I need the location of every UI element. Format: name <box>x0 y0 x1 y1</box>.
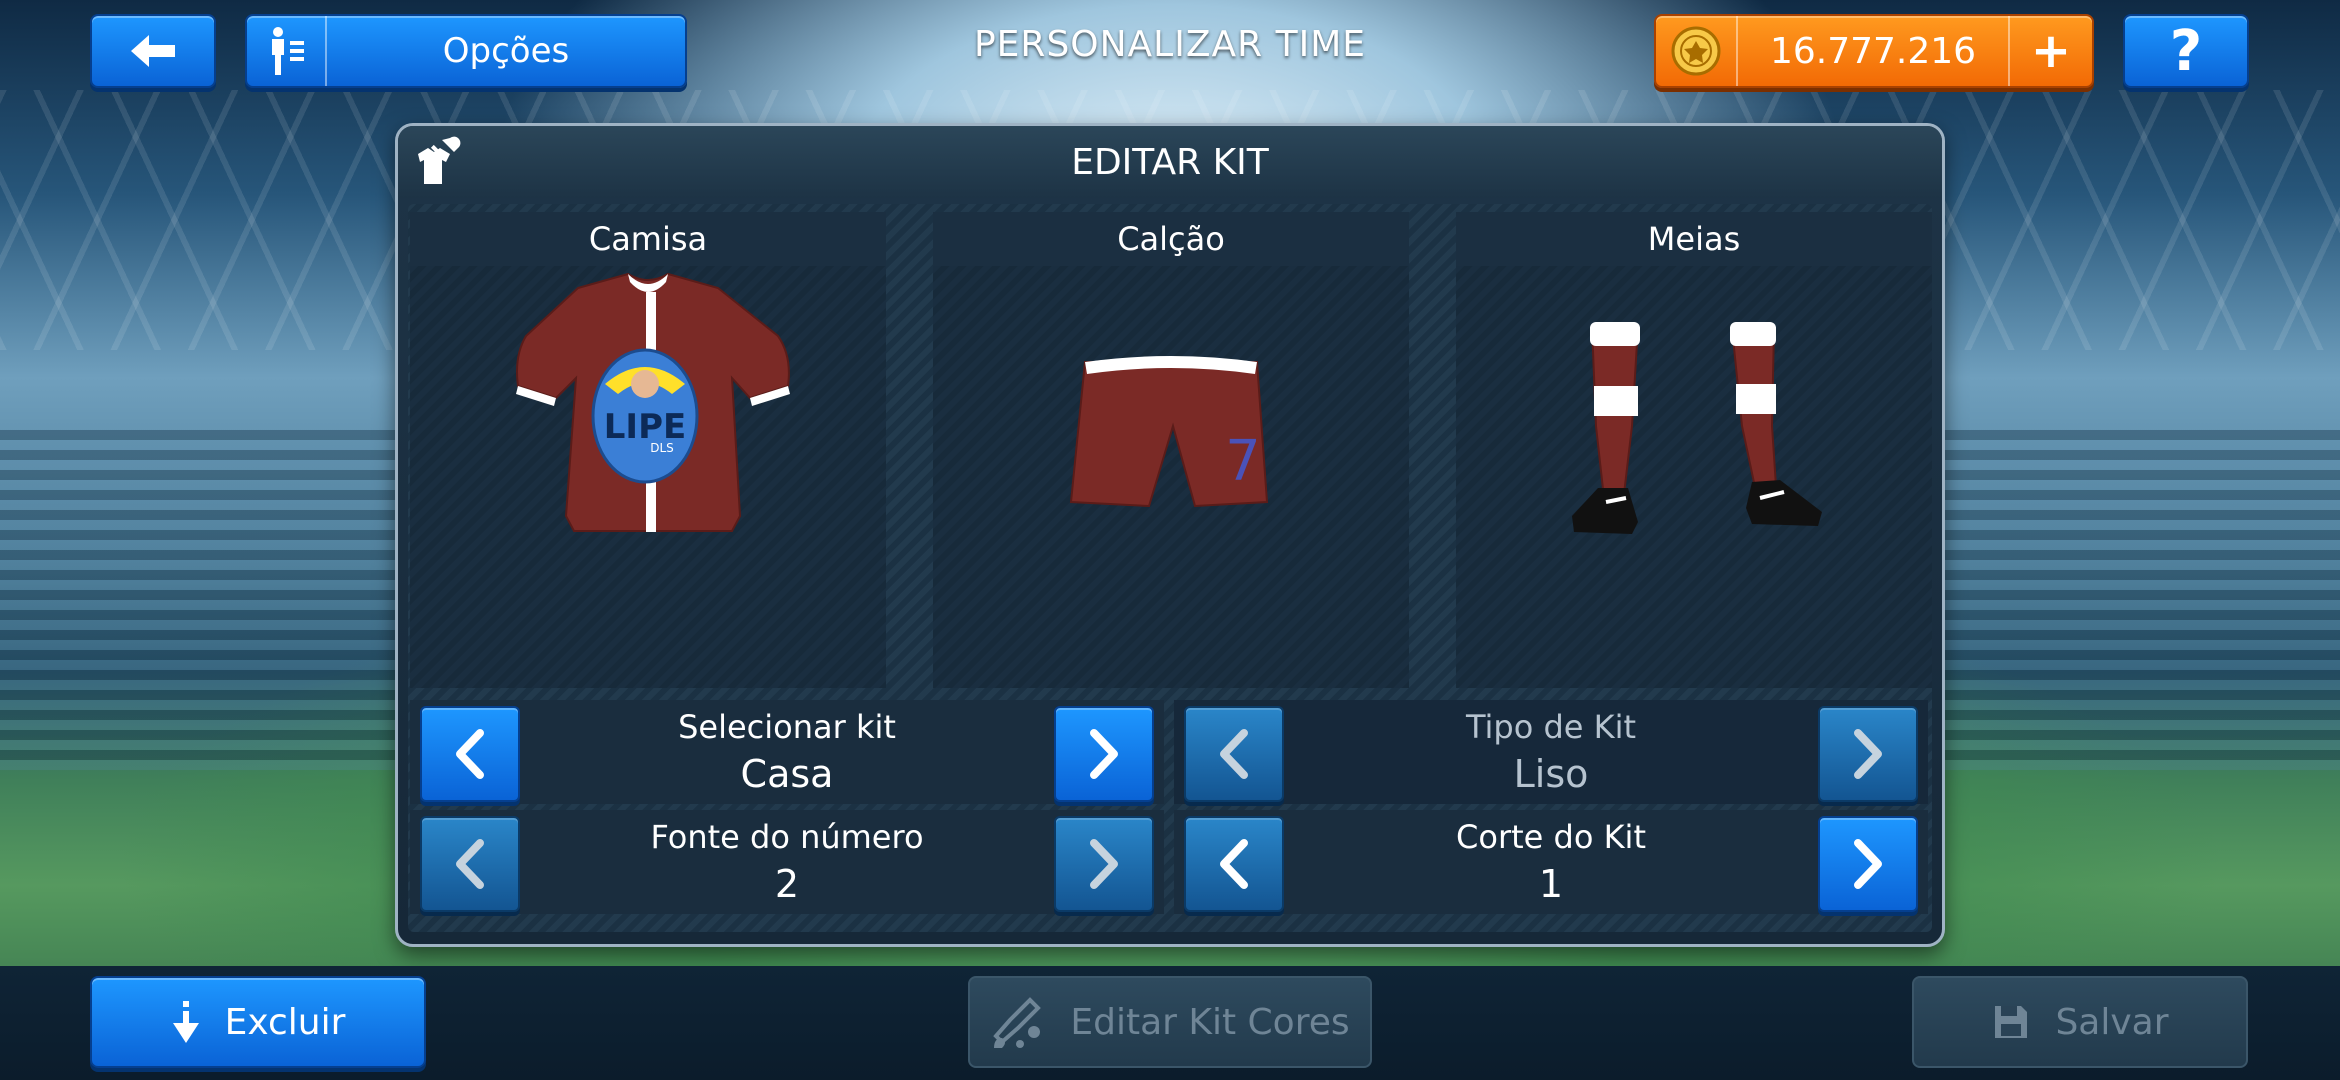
panel-header: EDITAR KIT <box>398 126 1942 198</box>
select-kit-prev-button[interactable] <box>420 706 520 802</box>
save-label: Salvar <box>2055 1001 2169 1043</box>
shirt-title: Camisa <box>410 212 886 266</box>
shirt-preview: LIPE DLS <box>410 266 886 688</box>
number-font-prev-button[interactable] <box>420 816 520 912</box>
save-button[interactable]: Salvar <box>1912 976 2248 1068</box>
kit-cut-prev-button[interactable] <box>1184 816 1284 912</box>
player-list-icon <box>247 16 327 86</box>
shirt-wrench-icon <box>410 136 464 197</box>
select-kit-value: Casa <box>740 752 834 796</box>
number-font-label: Fonte do número <box>650 818 924 856</box>
shorts-preview: 7 <box>933 266 1409 688</box>
panel-title: EDITAR KIT <box>1071 141 1269 183</box>
socks-column[interactable]: Meias <box>1456 212 1932 688</box>
floppy-disk-icon <box>1991 1002 2031 1042</box>
kit-cut-value: 1 <box>1538 862 1564 906</box>
delete-button[interactable]: Excluir <box>90 976 426 1068</box>
coin-icon <box>1656 16 1738 86</box>
edit-kit-colors-button[interactable]: Editar Kit Cores <box>968 976 1372 1068</box>
edit-kit-panel: EDITAR KIT Camisa LIPE DLS Calção 7 Meia… <box>395 123 1945 947</box>
delete-label: Excluir <box>224 1001 346 1043</box>
socks-title: Meias <box>1456 212 1932 266</box>
coins-amount: 16.777.216 <box>1769 30 1977 72</box>
arrow-left-icon <box>131 35 175 67</box>
shorts-column[interactable]: Calção 7 <box>933 212 1409 688</box>
select-kit-next-button[interactable] <box>1054 706 1154 802</box>
chevron-left-icon <box>456 729 484 779</box>
kit-type-value: Liso <box>1513 752 1589 796</box>
number-font-next-button[interactable] <box>1054 816 1154 912</box>
chevron-left-icon <box>1220 729 1248 779</box>
kit-cut-label: Corte do Kit <box>1456 818 1646 856</box>
shirt-logo-text: LIPE <box>604 407 686 447</box>
page-title: PERSONALIZAR TIME <box>973 24 1367 65</box>
kit-cut-next-button[interactable] <box>1818 816 1918 912</box>
edit-kit-colors-label: Editar Kit Cores <box>1070 1001 1350 1043</box>
shirt-column[interactable]: Camisa LIPE DLS <box>410 212 886 688</box>
kit-type-label: Tipo de Kit <box>1465 708 1637 746</box>
help-button[interactable]: ? <box>2123 14 2249 88</box>
options-label: Opções <box>442 31 570 71</box>
chevron-right-icon <box>1854 839 1882 889</box>
kit-type-control: Tipo de Kit Liso <box>1174 700 1928 804</box>
socks-preview <box>1456 266 1932 688</box>
coins-button[interactable]: 16.777.216 + <box>1654 14 2094 88</box>
arrow-down-icon <box>171 999 201 1045</box>
kit-type-prev-button[interactable] <box>1184 706 1284 802</box>
chevron-right-icon <box>1090 729 1118 779</box>
shirt-logo-sub: DLS <box>650 441 674 455</box>
kit-type-next-button[interactable] <box>1818 706 1918 802</box>
chevron-right-icon <box>1090 839 1118 889</box>
select-kit-label: Selecionar kit <box>678 708 896 746</box>
chevron-right-icon <box>1854 729 1882 779</box>
options-button[interactable]: Opções <box>245 14 687 88</box>
select-kit-control: Selecionar kit Casa <box>410 700 1164 804</box>
chevron-left-icon <box>1220 839 1248 889</box>
shorts-number: 7 <box>1225 429 1261 494</box>
shorts-title: Calção <box>933 212 1409 266</box>
panel-body: Camisa LIPE DLS Calção 7 Meias Seleciona… <box>408 204 1932 932</box>
plus-icon: + <box>2008 16 2092 86</box>
kit-cut-control: Corte do Kit 1 <box>1174 810 1928 914</box>
back-button[interactable] <box>90 14 216 88</box>
chevron-left-icon <box>456 839 484 889</box>
number-font-value: 2 <box>774 862 800 906</box>
paint-brush-icon <box>990 992 1046 1052</box>
number-font-control: Fonte do número 2 <box>410 810 1164 914</box>
